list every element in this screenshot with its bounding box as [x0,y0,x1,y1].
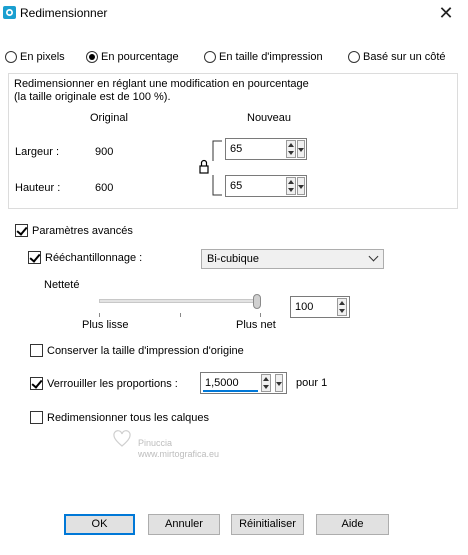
radio-label: En pourcentage [101,51,179,63]
width-new-field[interactable]: 65 [225,138,307,160]
radio-en-taille-impression[interactable]: En taille d'impression [204,51,323,63]
width-dropdown-button[interactable] [297,140,305,158]
height-new-value: 65 [230,180,243,192]
sharper-label: Plus net [236,319,276,331]
cancel-button[interactable]: Annuler [148,514,220,535]
slider-tick [260,313,261,317]
checkbox-label: Rééchantillonnage : [45,251,143,264]
reset-button[interactable]: Réinitialiser [231,514,304,535]
checkbox-box [15,224,28,237]
col-original-header: Original [90,112,128,124]
radio-label: En taille d'impression [219,51,323,63]
sharpness-slider-thumb[interactable] [253,294,261,309]
radio-circle [86,51,98,63]
sharpness-slider-track[interactable] [99,299,261,303]
help-button[interactable]: Aide [316,514,389,535]
checkbox-box [30,411,43,424]
ratio-value: 1,5000 [205,377,239,389]
height-dropdown-button[interactable] [297,177,305,195]
width-spin-buttons[interactable] [286,140,296,158]
sharpness-spin-buttons[interactable] [337,298,347,316]
radio-circle [204,51,216,63]
ratio-focus-underline [203,390,258,392]
group-title-line2: (la taille originale est de 100 %). [14,91,171,103]
lock-ratio-checkbox[interactable]: Verrouiller les proportions : [30,377,178,390]
radio-en-pourcentage[interactable]: En pourcentage [86,51,179,63]
sharpness-value: 100 [295,301,314,313]
height-original: 600 [95,182,114,194]
checkbox-box [28,251,41,264]
padlock-icon[interactable] [198,139,224,197]
resample-checkbox[interactable]: Rééchantillonnage : [28,251,142,264]
slider-tick [99,313,100,317]
col-new-header: Nouveau [247,112,292,124]
radio-circle [348,51,360,63]
checkbox-label: Verrouiller les proportions : [47,377,178,390]
keep-print-size-checkbox[interactable]: Conserver la taille d'impression d'origi… [30,344,244,357]
smoother-label: Plus lisse [82,319,129,331]
chevron-down-icon [368,251,379,262]
ok-button[interactable]: OK [64,514,135,535]
radio-circle [5,51,17,63]
width-original: 900 [95,146,114,158]
checkbox-label: Paramètres avancés [32,224,133,237]
ratio-field[interactable]: 1,5000 [200,372,287,394]
group-description: Redimensionner en réglant une modificati… [14,78,309,104]
radio-label: Basé sur un côté [363,51,446,63]
resample-select[interactable]: Bi-cubique [201,249,384,269]
checkbox-label: Redimensionner tous les calques [47,411,210,424]
app-icon [3,6,16,19]
advanced-params-checkbox[interactable]: Paramètres avancés [15,224,133,237]
height-label: Hauteur : [15,182,61,194]
height-spin-buttons[interactable] [286,177,296,195]
window-title: Redimensionner [20,6,108,20]
close-icon[interactable]: ✕ [436,3,456,23]
ratio-spin-buttons[interactable] [261,374,271,392]
radio-label: En pixels [20,51,65,63]
radio-base-sur-un-cote[interactable]: Basé sur un côté [348,51,446,63]
height-new-field[interactable]: 65 [225,175,307,197]
checkbox-box [30,377,43,390]
sharpness-field[interactable]: 100 [290,296,350,318]
sharpness-label: Netteté [44,279,80,291]
group-title-line1: Redimensionner en réglant une modificati… [14,78,309,90]
watermark-line2: www.mirtografica.eu [138,449,220,459]
watermark: Pinuccia www.mirtografica.eu [138,438,219,460]
watermark-heart-icon [113,430,131,447]
title-bar: Redimensionner ✕ [0,0,468,26]
slider-tick [180,313,181,317]
all-layers-checkbox[interactable]: Redimensionner tous les calques [30,411,209,424]
checkbox-label: Conserver la taille d'impression d'origi… [47,344,244,357]
ratio-suffix: pour 1 [296,377,328,389]
checkbox-box [30,344,43,357]
width-label: Largeur : [15,146,60,158]
resample-value: Bi-cubique [207,253,259,265]
ratio-dropdown-button[interactable] [275,374,283,392]
width-new-value: 65 [230,143,243,155]
watermark-line1: Pinuccia [138,438,173,448]
radio-en-pixels[interactable]: En pixels [5,51,65,63]
